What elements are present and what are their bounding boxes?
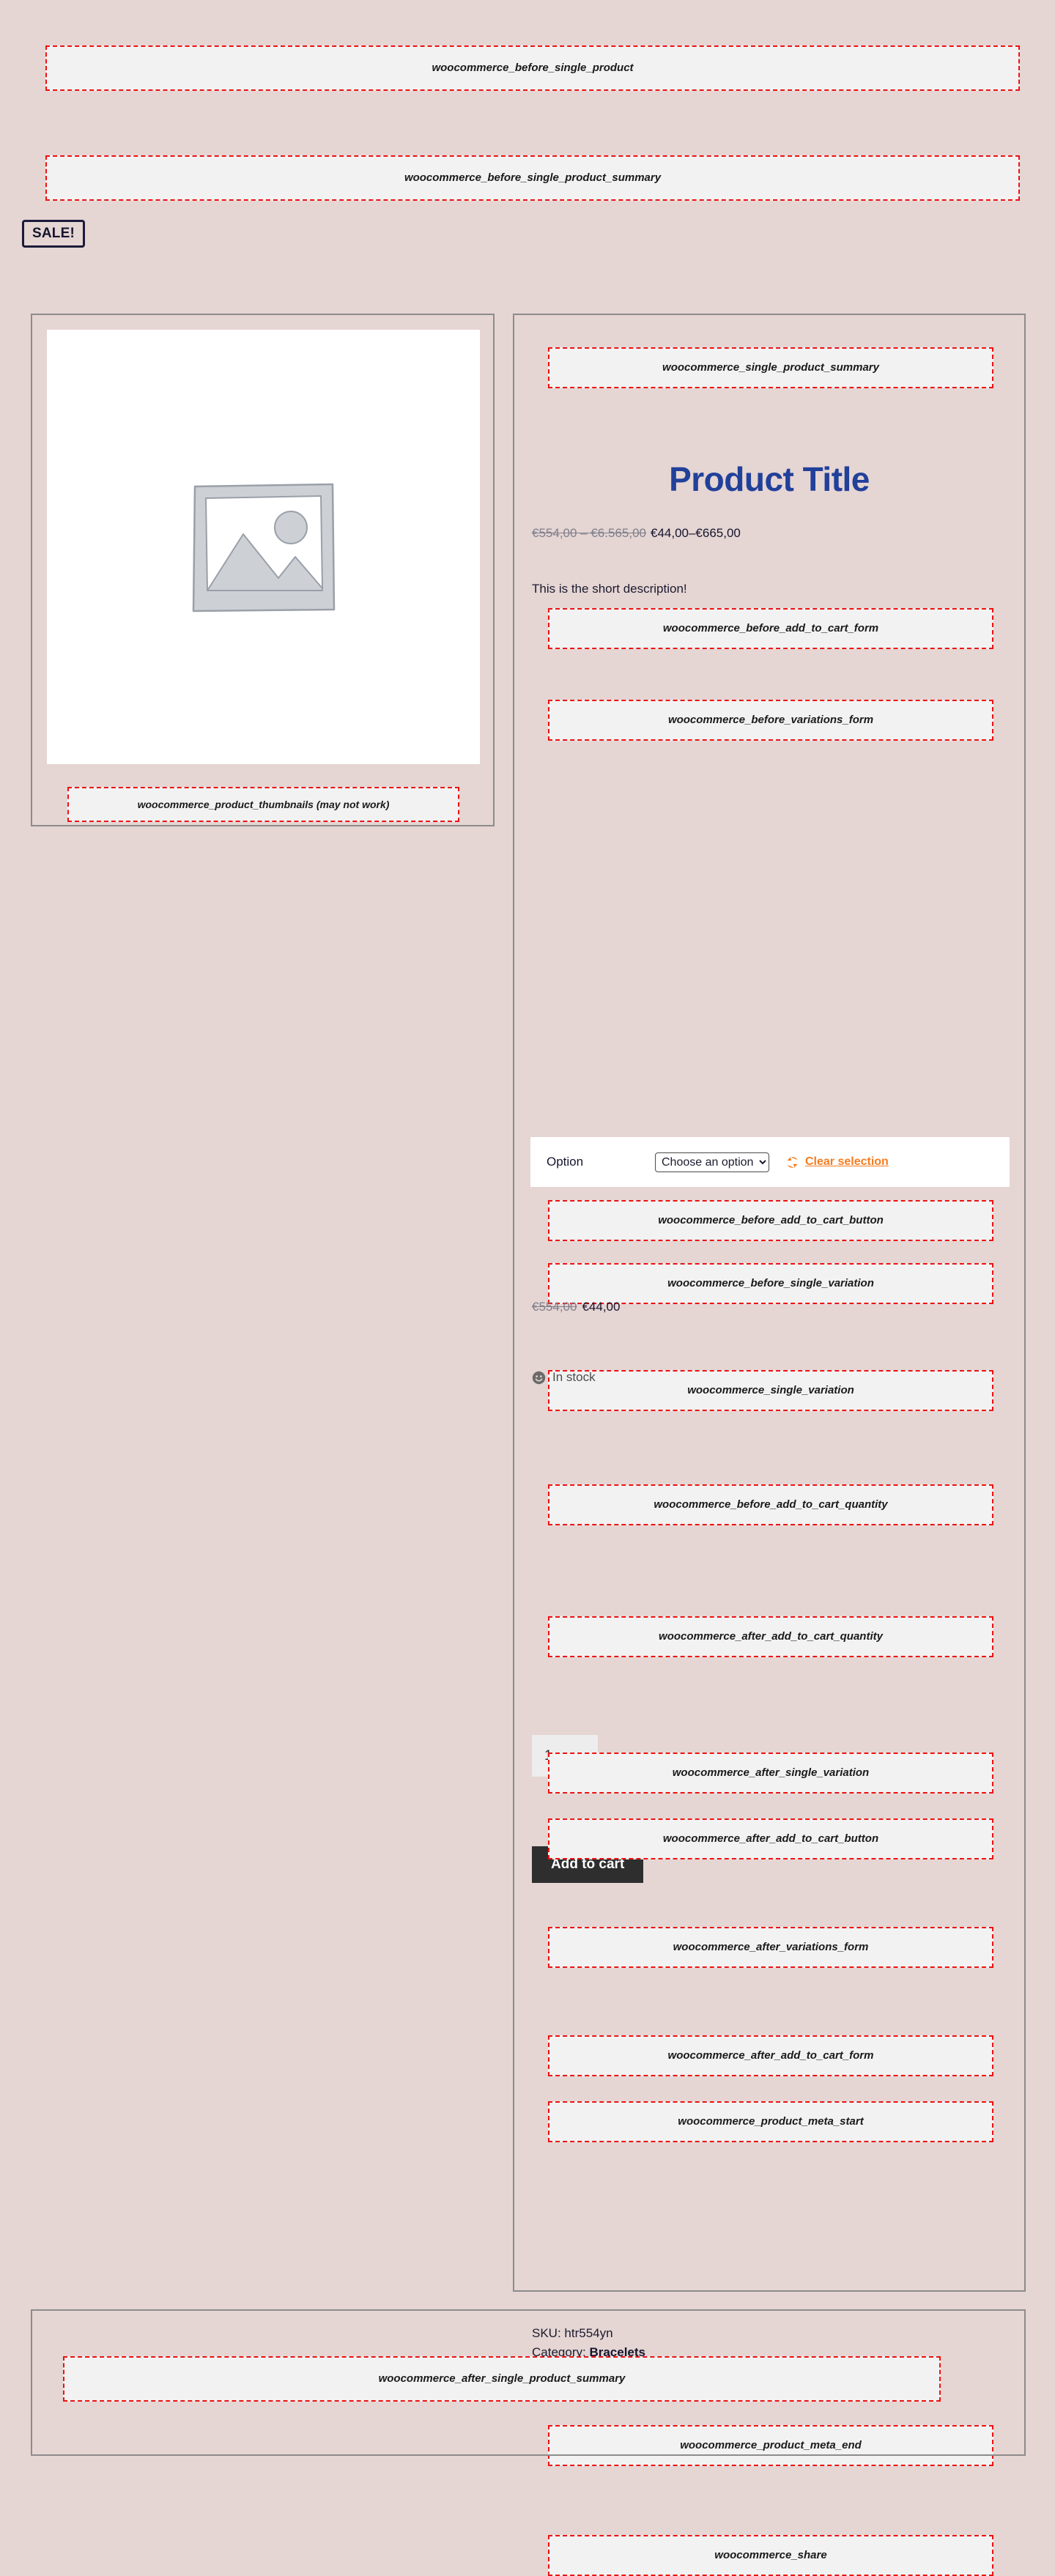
refresh-icon <box>787 1156 798 1168</box>
hook-woocommerce-before-add-to-cart-quantity: woocommerce_before_add_to_cart_quantity <box>548 1484 993 1525</box>
placeholder-image-icon <box>192 483 335 612</box>
hook-woocommerce-single-product-summary: woocommerce_single_product_summary <box>548 347 993 388</box>
stock-status: In stock <box>532 1370 596 1385</box>
product-image-frame[interactable] <box>47 330 480 764</box>
product-gallery: woocommerce_product_thumbnails (may not … <box>31 314 495 826</box>
hook-woocommerce-after-add-to-cart-form: woocommerce_after_add_to_cart_form <box>548 2035 993 2076</box>
variations-table: Option Choose an option Clear selection <box>530 1137 1010 1187</box>
sale-badge: SALE! <box>22 220 85 248</box>
hook-woocommerce-single-variation: woocommerce_single_variation <box>548 1370 993 1411</box>
hook-woocommerce-after-variations-form: woocommerce_after_variations_form <box>548 1927 993 1968</box>
hook-woocommerce-after-single-variation: woocommerce_after_single_variation <box>548 1753 993 1794</box>
product-price-range: €554,00 – €6.565,00 €44,00–€665,00 <box>532 526 741 541</box>
price-old: €554,00 – €6.565,00 <box>532 526 646 540</box>
hook-woocommerce-after-add-to-cart-button: woocommerce_after_add_to_cart_button <box>548 1818 993 1859</box>
hook-woocommerce-before-add-to-cart-button: woocommerce_before_add_to_cart_button <box>548 1200 993 1241</box>
variation-price: €554,00 €44,00 <box>532 1300 620 1314</box>
stock-status-label: In stock <box>552 1370 596 1384</box>
variation-price-new: €44,00 <box>582 1300 621 1314</box>
variation-attribute-label: Option <box>547 1155 584 1169</box>
clear-selection-link[interactable]: Clear selection <box>805 1155 889 1169</box>
clear-selection-wrap[interactable]: Clear selection <box>785 1155 889 1169</box>
hook-woocommerce-before-add-to-cart-form: woocommerce_before_add_to_cart_form <box>548 608 993 649</box>
hook-woocommerce-after-add-to-cart-quantity: woocommerce_after_add_to_cart_quantity <box>548 1616 993 1657</box>
hook-woocommerce-product-thumbnails: woocommerce_product_thumbnails (may not … <box>67 787 459 822</box>
price-new: €44,00–€665,00 <box>650 526 741 540</box>
smiley-icon <box>532 1371 546 1384</box>
hook-woocommerce-product-meta-start: woocommerce_product_meta_start <box>548 2101 993 2142</box>
page-title: Product Title <box>669 459 870 498</box>
hook-woocommerce-before-single-variation: woocommerce_before_single_variation <box>548 1263 993 1304</box>
hook-woocommerce-before-single-product-summary: woocommerce_before_single_product_summar… <box>45 155 1020 201</box>
hook-woocommerce-after-single-product-summary: woocommerce_after_single_product_summary <box>63 2356 941 2402</box>
variation-select[interactable]: Choose an option <box>655 1152 769 1172</box>
hook-woocommerce-before-variations-form: woocommerce_before_variations_form <box>548 700 993 741</box>
hook-woocommerce-before-single-product: woocommerce_before_single_product <box>45 45 1020 91</box>
after-single-product-summary-section: woocommerce_after_single_product_summary <box>31 2309 1026 2456</box>
product-summary: woocommerce_single_product_summary Produ… <box>513 314 1026 2576</box>
variation-price-old: €554,00 <box>532 1300 577 1314</box>
product-short-description: This is the short description! <box>532 582 687 596</box>
hook-woocommerce-share: woocommerce_share <box>548 2535 993 2576</box>
